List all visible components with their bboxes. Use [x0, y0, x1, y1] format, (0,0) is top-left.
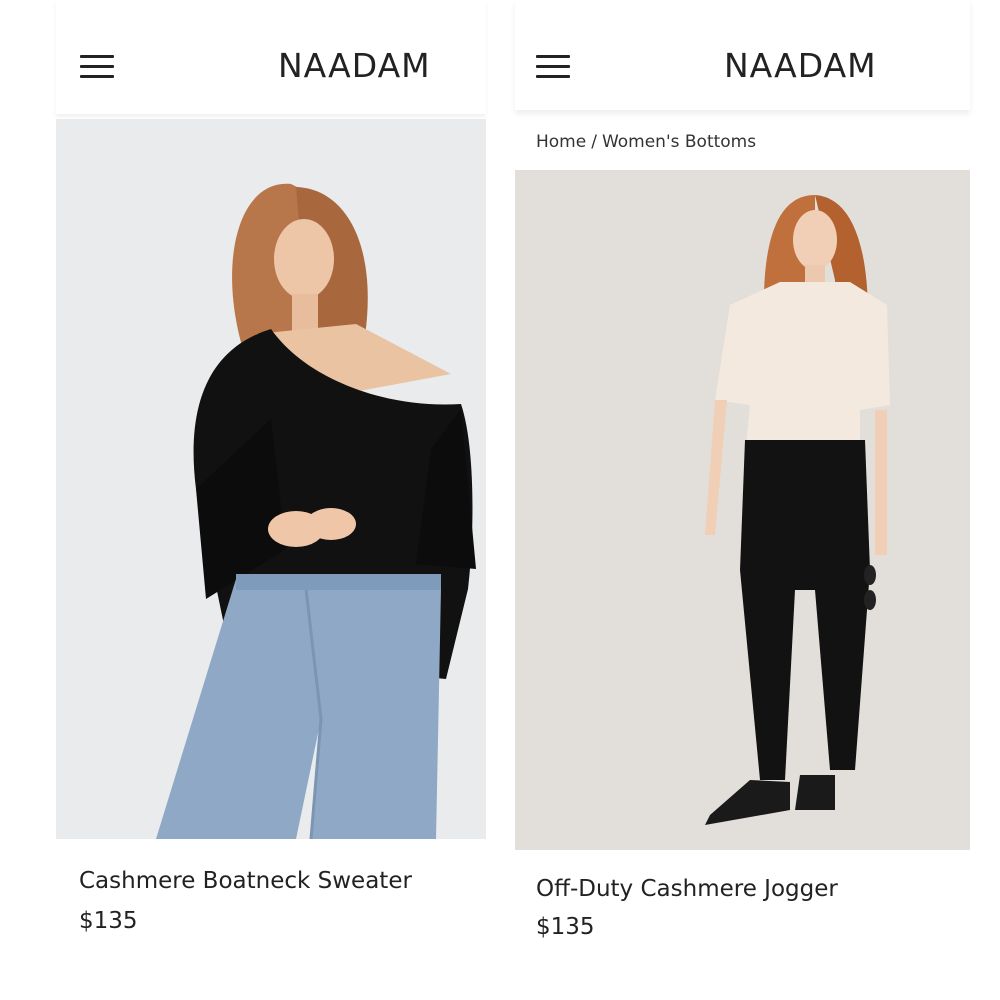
- product-image[interactable]: [56, 119, 486, 839]
- product-name[interactable]: Cashmere Boatneck Sweater: [79, 868, 412, 894]
- site-header: NAADAM: [56, 0, 486, 114]
- breadcrumb-home-link[interactable]: Home: [536, 132, 586, 152]
- brand-logo[interactable]: NAADAM: [724, 46, 877, 86]
- hamburger-menu-icon[interactable]: [80, 55, 114, 79]
- product-card-right: NAADAM Home / Women's Bottoms Off-Duty C…: [515, 0, 970, 1000]
- breadcrumb-category-link[interactable]: Women's Bottoms: [602, 132, 756, 152]
- breadcrumb: Home / Women's Bottoms: [536, 132, 756, 152]
- product-photo-illustration: [56, 119, 486, 839]
- brand-logo[interactable]: NAADAM: [278, 46, 431, 86]
- site-header: NAADAM: [515, 0, 970, 110]
- hamburger-menu-icon[interactable]: [536, 55, 570, 79]
- product-price: $135: [536, 914, 595, 940]
- product-name[interactable]: Off-Duty Cashmere Jogger: [536, 876, 838, 902]
- product-price: $135: [79, 908, 138, 934]
- product-image[interactable]: [515, 170, 970, 850]
- product-photo-illustration: [515, 170, 970, 850]
- product-card-left: NAADAM Cashmere Boatneck Sweater $135: [56, 0, 486, 1000]
- breadcrumb-separator: /: [591, 132, 597, 152]
